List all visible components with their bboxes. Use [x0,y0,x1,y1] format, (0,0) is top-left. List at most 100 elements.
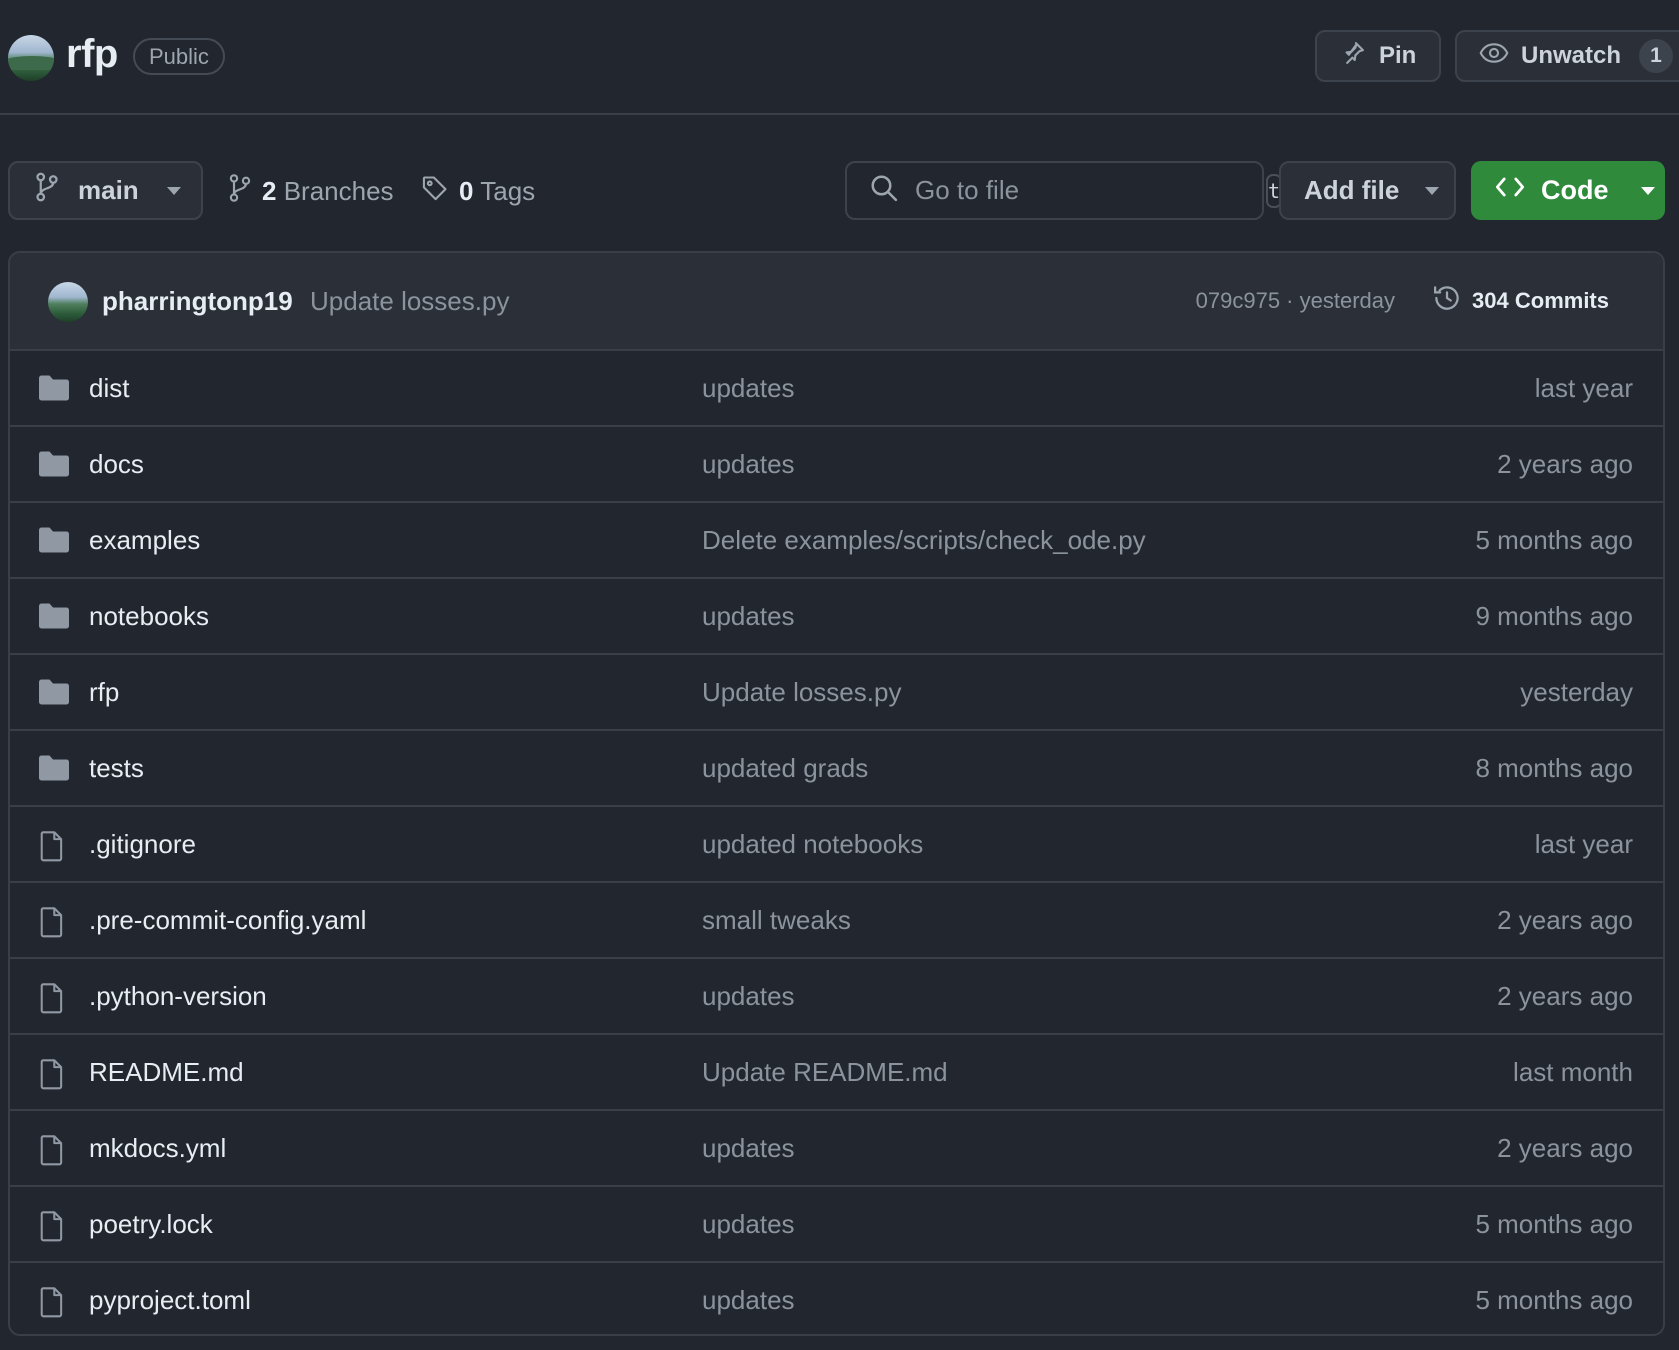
file-last-modified: 5 months ago [1475,1285,1633,1315]
file-name-link[interactable]: README.md [89,1057,244,1088]
file-row[interactable]: poetry.lock updates 5 months ago [10,1187,1663,1263]
commit-hash-and-time[interactable]: 079c975 · yesterday [1196,288,1395,314]
file-icon [38,982,70,1014]
go-to-file-search[interactable]: t [845,161,1283,220]
file-commit-message-link[interactable]: updates [702,373,795,404]
commit-author-avatar[interactable] [48,282,88,322]
file-row[interactable]: .gitignore updated notebooks last year [10,807,1663,883]
file-icon [38,1286,70,1318]
file-row[interactable]: notebooks updates 9 months ago [10,579,1663,655]
code-icon [1495,175,1525,206]
file-commit-message-link[interactable]: updated grads [702,753,868,784]
file-commit-message-link[interactable]: updates [702,1209,795,1240]
commit-author[interactable]: pharringtonp19 [102,286,293,317]
file-commit-message-link[interactable]: updates [702,981,795,1012]
folder-icon [38,678,70,708]
file-name-link[interactable]: .pre-commit-config.yaml [89,905,366,936]
folder-icon [38,450,70,480]
file-name-link[interactable]: docs [89,449,144,480]
tags-link[interactable]: 0 Tags [421,170,535,212]
repo-page: rfp Public Pin Unwatch 1 main 2 Branches… [0,0,1679,1350]
file-row[interactable]: .pre-commit-config.yaml small tweaks 2 yea… [10,883,1663,959]
file-icon [38,1210,70,1242]
file-commit-message-link[interactable]: Update losses.py [702,677,901,708]
repo-owner-avatar[interactable] [8,35,54,81]
file-commit-message-link[interactable]: updated notebooks [702,829,923,860]
file-commit-message-link[interactable]: small tweaks [702,905,851,936]
file-last-modified: 5 months ago [1475,525,1633,555]
file-row[interactable]: README.md Update README.md last month [10,1035,1663,1111]
branches-link[interactable]: 2 Branches [228,170,394,212]
file-name-link[interactable]: examples [89,525,200,556]
file-icon [38,906,70,938]
folder-icon [38,526,70,556]
file-name-link[interactable]: rfp [89,677,119,708]
code-label: Code [1541,175,1609,205]
file-row[interactable]: tests updated grads 8 months ago [10,731,1663,807]
file-row[interactable]: .python-version updates 2 years ago [10,959,1663,1035]
file-icon [38,830,70,862]
watch-count-badge: 1 [1639,39,1674,73]
file-name-link[interactable]: poetry.lock [89,1209,213,1240]
file-commit-message-link[interactable]: updates [702,1133,795,1164]
pin-icon [1339,39,1367,74]
search-icon [869,173,899,208]
file-row[interactable]: rfp Update losses.py yesterday [10,655,1663,731]
file-table: pharringtonp19 Update losses.py 079c975 … [8,251,1665,1336]
file-commit-message-link[interactable]: Update README.md [702,1057,948,1088]
branch-name: main [78,175,139,205]
folder-icon [38,374,70,404]
chevron-down-icon [166,186,181,195]
file-name-link[interactable]: tests [89,753,144,784]
file-row[interactable]: docs updates 2 years ago [10,427,1663,503]
folder-icon [38,602,70,632]
file-name-link[interactable]: .python-version [89,981,267,1012]
file-last-modified: 9 months ago [1475,601,1633,631]
commits-link[interactable]: 304 Commits [1432,283,1609,319]
file-name-link[interactable]: mkdocs.yml [89,1133,226,1164]
repo-name[interactable]: rfp [66,32,118,77]
file-name-link[interactable]: pyproject.toml [89,1285,251,1316]
file-icon [38,1134,70,1166]
pin-button[interactable]: Pin [1315,30,1441,82]
file-list: dist updates last year docs updates 2 years … [10,351,1663,1334]
file-last-modified: 8 months ago [1475,753,1633,783]
branch-selector[interactable]: main [8,161,203,220]
code-button[interactable]: Code [1471,161,1665,220]
file-name-link[interactable]: .gitignore [89,829,196,860]
tag-icon [421,174,449,209]
go-to-file-input[interactable] [915,175,1250,206]
file-commit-message-link[interactable]: Delete examples/scripts/check_ode.py [702,525,1146,556]
branches-label: Branches [283,175,394,206]
file-last-modified: 2 years ago [1497,905,1633,935]
git-branch-icon [34,172,60,209]
file-last-modified: 2 years ago [1497,981,1633,1011]
add-file-button[interactable]: Add file [1279,161,1456,220]
repo-header: rfp Public Pin Unwatch 1 [0,0,1679,115]
file-name-link[interactable]: dist [89,373,129,404]
file-name-link[interactable]: notebooks [89,601,209,632]
file-last-modified: 5 months ago [1475,1209,1633,1239]
file-last-modified: 2 years ago [1497,1133,1633,1163]
file-commit-message-link[interactable]: updates [702,601,795,632]
tags-label: Tags [480,175,536,206]
file-commit-message-link[interactable]: updates [702,449,795,480]
file-row[interactable]: dist updates last year [10,351,1663,427]
file-last-modified: last year [1534,373,1633,403]
file-commit-message-link[interactable]: updates [702,1285,795,1316]
pin-label: Pin [1379,42,1417,69]
file-row[interactable]: pyproject.toml updates 5 months ago [10,1263,1663,1334]
file-icon [38,1058,70,1090]
tags-count: 0 [459,175,474,206]
unwatch-label: Unwatch [1521,42,1622,69]
eye-icon [1479,41,1509,72]
commit-message[interactable]: Update losses.py [310,286,509,317]
file-row[interactable]: examples Delete examples/scripts/check_od… [10,503,1663,579]
branches-count: 2 [262,175,277,206]
file-last-modified: 2 years ago [1497,449,1633,479]
file-row[interactable]: mkdocs.yml updates 2 years ago [10,1111,1663,1187]
file-last-modified: last year [1534,829,1633,859]
visibility-badge: Public [133,38,225,75]
file-last-modified: last month [1513,1057,1633,1087]
unwatch-button[interactable]: Unwatch 1 [1455,30,1679,82]
